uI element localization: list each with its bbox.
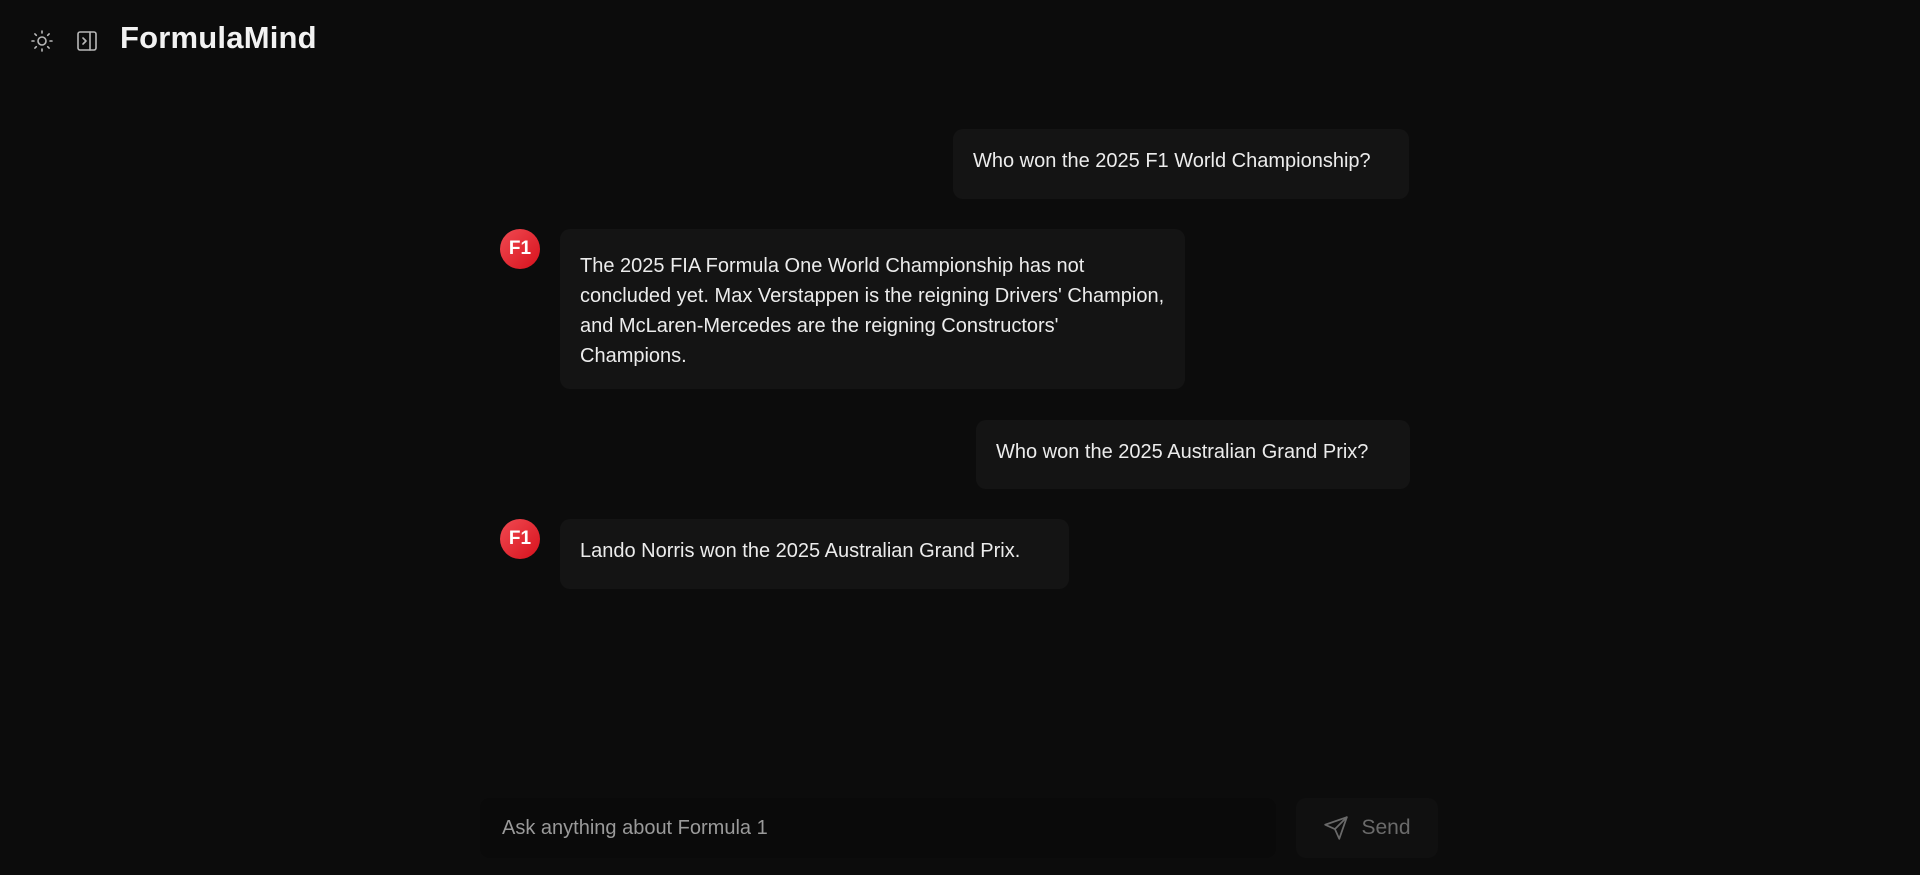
user-message: Who won the 2025 Australian Grand Prix? bbox=[976, 420, 1410, 489]
assistant-message: The 2025 FIA Formula One World Champions… bbox=[560, 229, 1185, 389]
user-message: Who won the 2025 F1 World Championship? bbox=[953, 129, 1409, 199]
send-button[interactable]: Send bbox=[1296, 798, 1438, 858]
assistant-avatar: F1 bbox=[500, 519, 540, 559]
app-header: FormulaMind bbox=[0, 0, 1920, 80]
app-title: FormulaMind bbox=[120, 20, 317, 55]
send-plane-icon bbox=[1323, 815, 1349, 841]
assistant-avatar: F1 bbox=[500, 229, 540, 269]
chat-input[interactable] bbox=[500, 815, 1256, 841]
send-label: Send bbox=[1361, 816, 1411, 839]
assistant-message: Lando Norris won the 2025 Australian Gra… bbox=[560, 519, 1069, 589]
composer bbox=[480, 798, 1276, 858]
sidebar-toggle-icon[interactable] bbox=[73, 27, 101, 55]
sun-icon[interactable] bbox=[28, 27, 56, 55]
